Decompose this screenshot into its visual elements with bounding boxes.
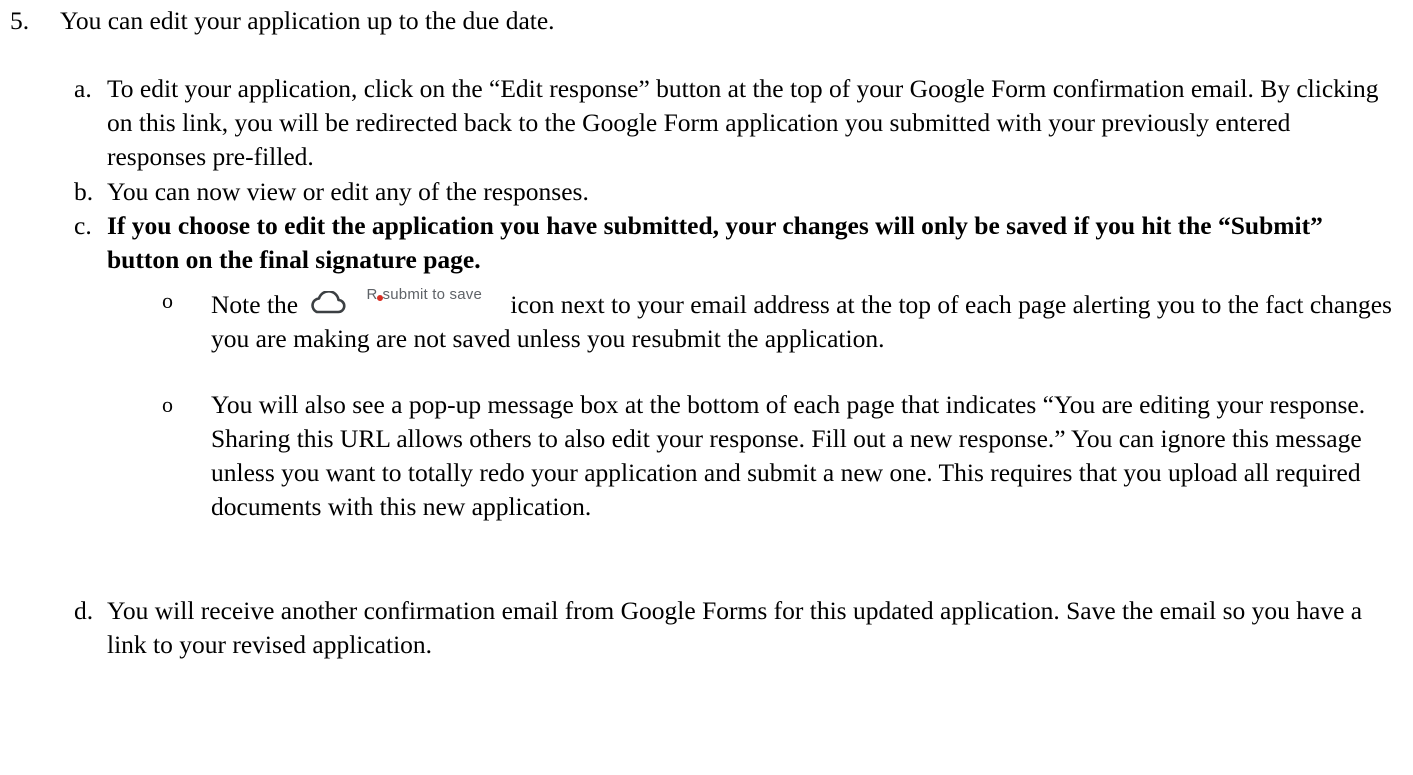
list-marker: c. <box>74 211 92 240</box>
step-text: You can edit your application up to the … <box>60 6 555 35</box>
resubmit-label: Rsubmit to save <box>366 286 483 303</box>
list-item-text: You will receive another confirmation em… <box>107 596 1363 659</box>
bullet-text: You will also see a pop-up message box a… <box>211 390 1366 521</box>
list-item-text: To edit your application, click on the “… <box>107 74 1379 171</box>
list-marker: b. <box>74 177 94 206</box>
bullet-text-before: Note the <box>211 290 299 319</box>
list-marker: a. <box>74 74 92 103</box>
unsaved-dot-icon <box>376 295 383 301</box>
list-item-text: You can now view or edit any of the resp… <box>107 177 589 206</box>
list-marker: d. <box>74 596 94 625</box>
cloud-icon <box>311 291 347 314</box>
bullet-marker: o <box>162 392 173 417</box>
bullet-text: Note the Rsubmit to save icon next to yo… <box>211 284 1406 356</box>
bullet-marker: o <box>162 288 173 313</box>
step-number: 5. <box>10 6 30 35</box>
document-page: 5. You can edit your application up to t… <box>0 0 1413 775</box>
resubmit-to-save-indicator: Rsubmit to save <box>308 286 482 320</box>
list-item-text-bold: If you choose to edit the application yo… <box>107 211 1323 274</box>
